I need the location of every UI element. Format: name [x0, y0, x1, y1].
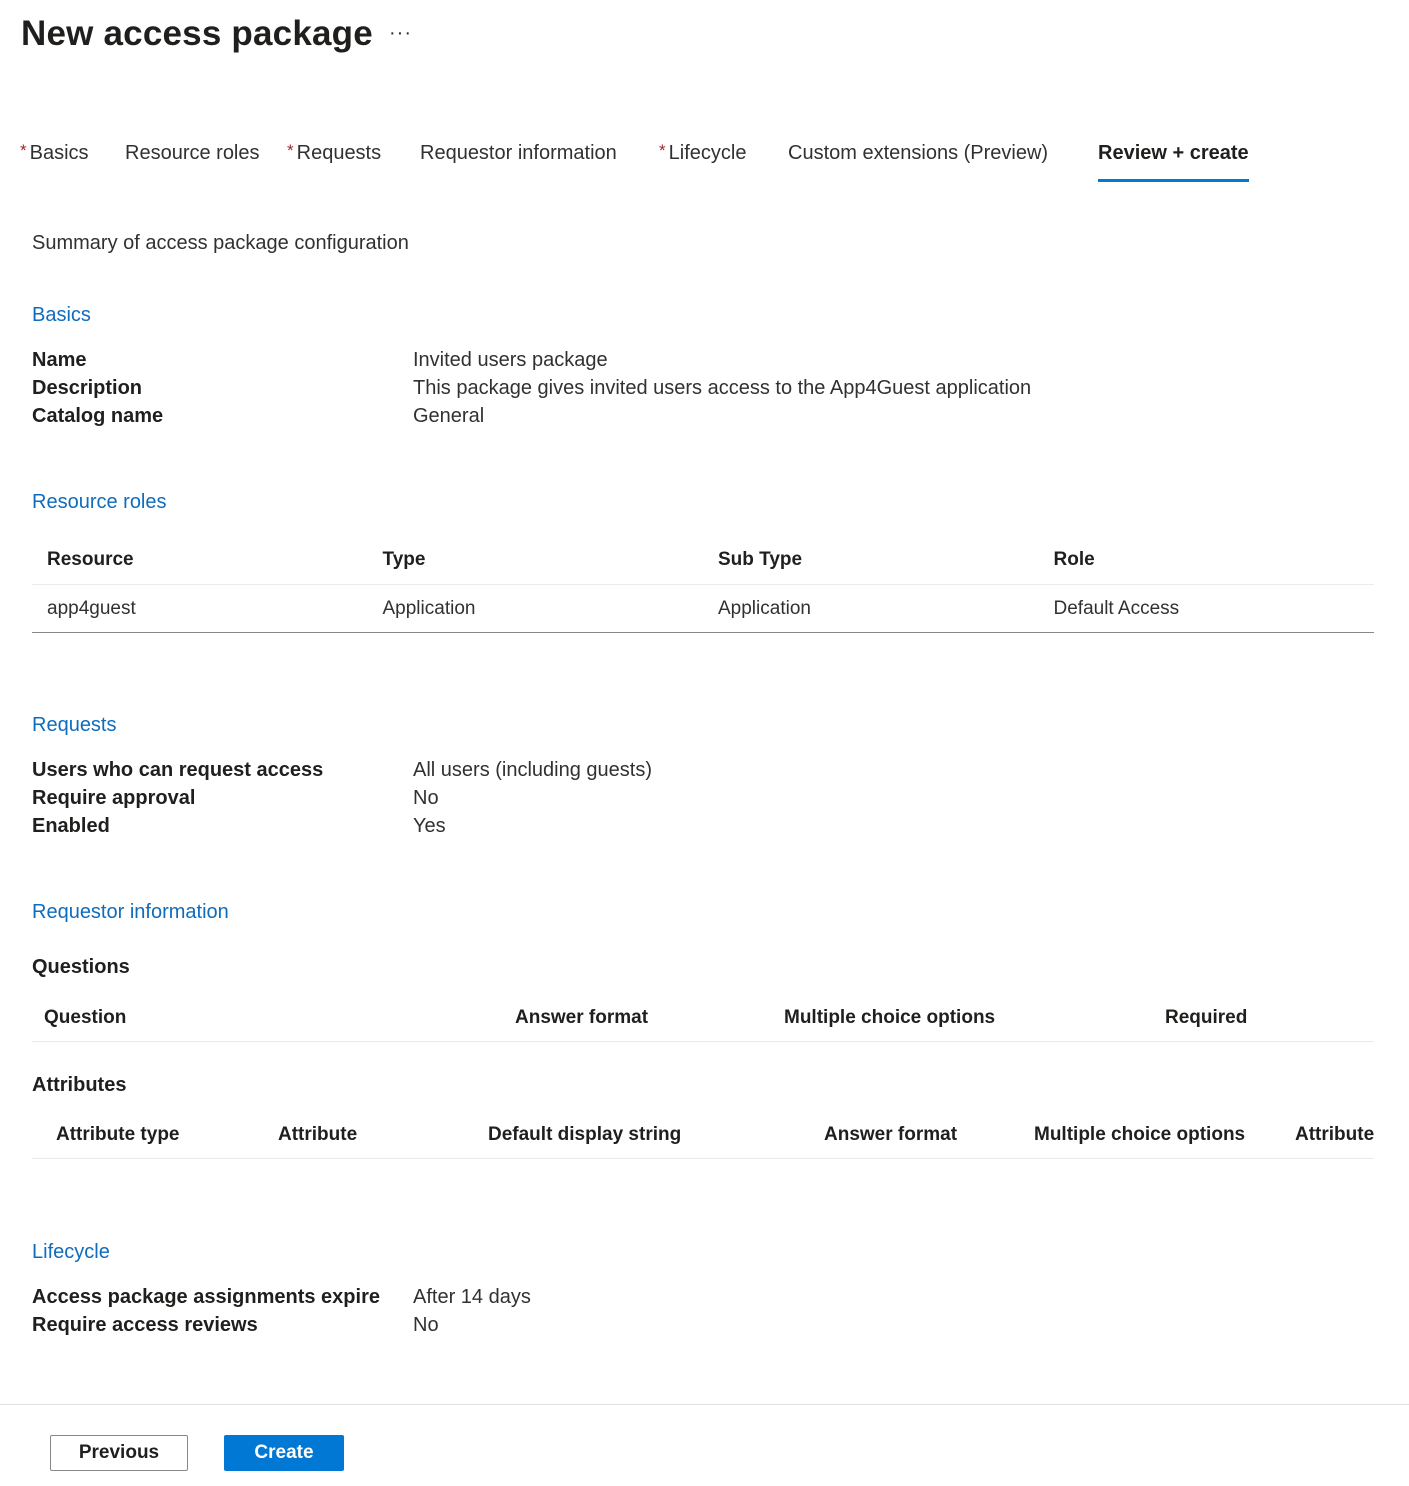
table-header: Resource Type Sub Type Role [32, 536, 1374, 585]
tab-requests[interactable]: * Requests [287, 141, 420, 182]
detail-row: Catalog name General [32, 402, 1031, 430]
detail-key: Description [32, 377, 143, 399]
column-header-multiple-choice-options: Multiple choice options [1034, 1124, 1246, 1145]
tab-label: Custom extensions (Preview) [788, 142, 1049, 164]
create-button[interactable]: Create [224, 1435, 344, 1471]
detail-value: No [413, 1314, 439, 1336]
tab-review-create[interactable]: Review + create [1098, 142, 1249, 182]
column-header-required: Required [1165, 1007, 1248, 1028]
column-header-answer-format: Answer format [824, 1124, 958, 1145]
detail-value: Invited users package [413, 349, 608, 371]
detail-value: All users (including guests) [413, 759, 652, 781]
detail-value: This package gives invited users access … [413, 377, 1032, 399]
detail-value: General [413, 405, 485, 427]
column-header-attribute-type: Attribute type [56, 1124, 180, 1145]
column-header-role: Role [1053, 549, 1095, 570]
section-title-resource-roles[interactable]: Resource roles [32, 491, 167, 514]
tab-label: Requests [296, 142, 382, 164]
tab-label: Review + create [1098, 142, 1249, 164]
detail-value: After 14 days [413, 1286, 531, 1308]
column-header-answer-format: Answer format [515, 1007, 649, 1028]
section-title-requestor-information[interactable]: Requestor information [32, 901, 229, 924]
requests-details: Users who can request access All users (i… [32, 756, 652, 840]
table-cell: app4guest [47, 597, 136, 619]
table-cell: Default Access [1053, 597, 1180, 619]
detail-key: Require access reviews [32, 1314, 258, 1336]
tab-label: Basics [29, 142, 89, 164]
section-title-lifecycle[interactable]: Lifecycle [32, 1241, 110, 1264]
table-cell: Application [718, 597, 811, 619]
detail-value: Yes [413, 815, 446, 837]
tab-label: Requestor information [420, 142, 617, 164]
detail-key: Access package assignments expire [32, 1286, 380, 1308]
detail-row: Name Invited users package [32, 346, 1031, 374]
wizard-tabs: * Basics Resource roles * Requests Request… [20, 141, 1249, 182]
detail-key: Users who can request access [32, 759, 324, 781]
summary-heading: Summary of access package configuration [32, 232, 409, 254]
section-title-basics[interactable]: Basics [32, 304, 91, 327]
detail-row: Access package assignments expire After 1… [32, 1283, 531, 1311]
required-marker: * [287, 141, 294, 160]
more-options-icon[interactable]: ··· [389, 22, 412, 45]
tab-label: Lifecycle [668, 142, 747, 164]
questions-table-header: Question Answer format Multiple choice o… [32, 994, 1374, 1042]
required-marker: * [659, 141, 666, 160]
tab-label: Resource roles [125, 142, 260, 164]
column-header-type: Type [382, 549, 426, 570]
table-row: app4guest Application Application Defaul… [32, 585, 1374, 633]
column-header-attribute: Attribute [278, 1124, 358, 1145]
attributes-heading: Attributes [32, 1074, 127, 1096]
detail-value: No [413, 787, 439, 809]
detail-row: Require approval No [32, 784, 652, 812]
detail-key: Name [32, 349, 87, 371]
column-header-resource: Resource [47, 549, 134, 570]
column-header-multiple-choice-options: Multiple choice options [784, 1007, 996, 1028]
column-header-attribute-2: Attribute [1295, 1124, 1375, 1145]
detail-row: Require access reviews No [32, 1311, 531, 1339]
tab-custom-extensions[interactable]: Custom extensions (Preview) [788, 142, 1098, 182]
basics-details: Name Invited users package Description Thi… [32, 346, 1031, 430]
column-header-question: Question [44, 1007, 127, 1028]
tab-lifecycle[interactable]: * Lifecycle [659, 141, 788, 182]
column-header-sub-type: Sub Type [718, 549, 803, 570]
detail-key: Enabled [32, 815, 110, 837]
lifecycle-details: Access package assignments expire After 1… [32, 1283, 531, 1339]
table-cell: Application [382, 597, 476, 619]
tab-basics[interactable]: * Basics [20, 141, 125, 182]
section-title-requests[interactable]: Requests [32, 714, 117, 737]
resource-roles-table: Resource Type Sub Type Role app4guest Ap… [32, 536, 1374, 633]
detail-key: Catalog name [32, 405, 164, 427]
page-title: New access package [21, 14, 373, 53]
tab-resource-roles[interactable]: Resource roles [125, 142, 287, 182]
detail-row: Users who can request access All users (i… [32, 756, 652, 784]
footer-divider [0, 1404, 1409, 1405]
attributes-table-header: Attribute type Attribute Default display… [32, 1111, 1374, 1159]
previous-button[interactable]: Previous [50, 1435, 188, 1471]
detail-row: Description This package gives invited us… [32, 374, 1031, 402]
column-header-default-display-string: Default display string [488, 1124, 682, 1145]
questions-heading: Questions [32, 956, 130, 978]
tab-requestor-information[interactable]: Requestor information [420, 142, 659, 182]
required-marker: * [20, 141, 27, 160]
detail-key: Require approval [32, 787, 196, 809]
detail-row: Enabled Yes [32, 812, 652, 840]
